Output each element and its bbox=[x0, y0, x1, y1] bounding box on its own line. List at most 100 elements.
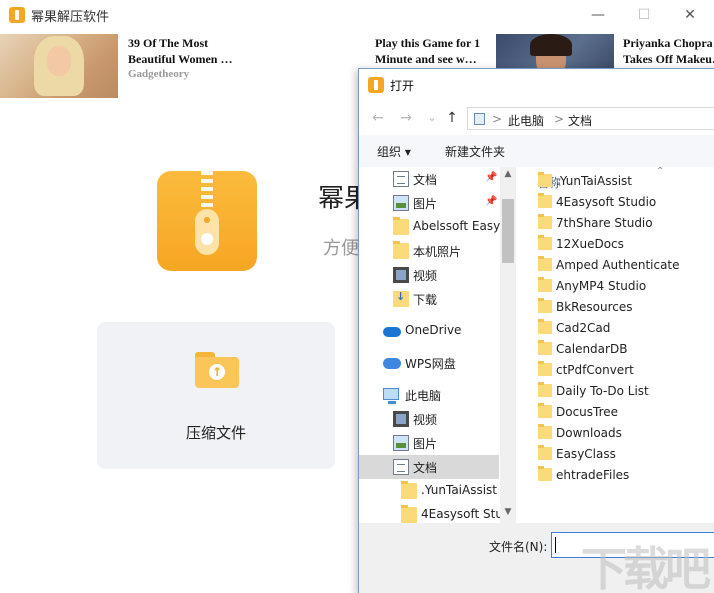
folder-icon bbox=[401, 481, 417, 499]
folder-icon bbox=[393, 217, 409, 235]
nav-item-documents-pinned[interactable]: 文档 📌 bbox=[359, 167, 499, 191]
file-row[interactable]: 7thShare Studio bbox=[536, 213, 714, 234]
scroll-up-icon[interactable]: ▲ bbox=[500, 169, 516, 179]
pin-icon: 📌 bbox=[485, 196, 498, 207]
nav-scrollbar[interactable]: ▲ ▼ bbox=[500, 167, 516, 523]
folder-icon bbox=[401, 505, 417, 523]
nav-item-yuntaiassist[interactable]: .YunTaiAssist bbox=[359, 479, 499, 503]
folder-icon bbox=[538, 361, 552, 376]
recent-locations-chevron-icon[interactable]: ⌄ bbox=[423, 109, 441, 127]
nav-item-pictures-pinned[interactable]: 图片 📌 bbox=[359, 191, 499, 215]
nav-item-pc-pictures[interactable]: 图片 bbox=[359, 431, 499, 455]
file-name: AnyMP4 Studio bbox=[556, 279, 647, 293]
picture-icon bbox=[393, 435, 409, 451]
file-row[interactable]: EasyClass bbox=[536, 444, 714, 465]
nav-item-label: WPS网盘 bbox=[405, 357, 456, 371]
dialog-app-icon bbox=[368, 77, 384, 93]
up-arrow-icon[interactable]: ↑ bbox=[443, 109, 461, 127]
breadcrumb-separator: > bbox=[554, 112, 565, 126]
forward-arrow-icon[interactable]: → bbox=[397, 109, 415, 127]
nav-item-local-photos[interactable]: 本机照片 bbox=[359, 239, 499, 263]
file-row[interactable]: AnyMP4 Studio bbox=[536, 276, 714, 297]
folder-icon bbox=[538, 319, 552, 334]
nav-item-label: OneDrive bbox=[405, 323, 462, 337]
document-icon bbox=[393, 171, 409, 187]
organize-button[interactable]: 组织 ▾ bbox=[377, 143, 411, 160]
file-name: ctPdfConvert bbox=[556, 363, 634, 377]
folder-icon bbox=[538, 214, 552, 229]
app-zip-icon bbox=[157, 171, 257, 271]
file-name: 4Easysoft Studio bbox=[556, 195, 657, 209]
screen: 幂果解压软件 — ☐ ✕ 39 Of The Most Beautiful Wo… bbox=[0, 0, 714, 593]
text-caret bbox=[555, 537, 556, 553]
pin-icon: 📌 bbox=[485, 172, 498, 183]
file-row[interactable]: Amped Authenticate bbox=[536, 255, 714, 276]
compress-file-card[interactable]: ↑ 压缩文件 bbox=[97, 322, 335, 469]
file-row[interactable]: CalendarDB bbox=[536, 339, 714, 360]
nav-item-pc-videos[interactable]: 视频 bbox=[359, 407, 499, 431]
file-row[interactable]: 4Easysoft Studio bbox=[536, 192, 714, 213]
file-row[interactable]: Cad2Cad bbox=[536, 318, 714, 339]
nav-item-label: 文档 bbox=[413, 173, 438, 187]
ad-image-1[interactable] bbox=[0, 34, 118, 98]
folder-icon bbox=[538, 235, 552, 250]
ad-title-3[interactable]: Priyanka Chopra Takes Off Makeu… bbox=[623, 35, 714, 67]
nav-item-wps-drive[interactable]: WPS网盘 bbox=[359, 351, 499, 375]
breadcrumb-separator: > bbox=[492, 112, 503, 126]
file-row[interactable]: ehtradeFiles bbox=[536, 465, 714, 486]
app-titlebar: 幂果解压软件 — ☐ ✕ bbox=[0, 0, 714, 32]
back-arrow-icon[interactable]: ← bbox=[369, 109, 387, 127]
file-row[interactable]: Downloads bbox=[536, 423, 714, 444]
file-name: CalendarDB bbox=[556, 342, 628, 356]
ad-title-1[interactable]: 39 Of The Most Beautiful Women … bbox=[128, 35, 246, 67]
folder-icon bbox=[393, 241, 409, 259]
zip-lock bbox=[195, 209, 219, 255]
nav-item-label: 视频 bbox=[413, 413, 438, 427]
folder-icon bbox=[538, 277, 552, 292]
file-name: Cad2Cad bbox=[556, 321, 611, 335]
nav-item-label: 图片 bbox=[413, 197, 438, 211]
nav-item-label: 4Easysoft Stu bbox=[421, 507, 503, 521]
file-name: Amped Authenticate bbox=[556, 258, 680, 272]
file-name: 12XueDocs bbox=[556, 237, 624, 251]
app-title: 幂果解压软件 bbox=[31, 10, 110, 25]
file-row[interactable]: BkResources bbox=[536, 297, 714, 318]
upload-arrow-icon: ↑ bbox=[209, 364, 225, 380]
maximize-button[interactable]: ☐ bbox=[632, 4, 656, 26]
folder-icon bbox=[538, 445, 552, 460]
file-row[interactable]: ctPdfConvert bbox=[536, 360, 714, 381]
nav-item-this-pc[interactable]: 此电脑 bbox=[359, 383, 499, 407]
new-folder-button[interactable]: 新建文件夹 bbox=[445, 143, 505, 160]
nav-item-videos[interactable]: 视频 bbox=[359, 263, 499, 287]
file-name: .YunTaiAssist bbox=[556, 174, 633, 188]
close-button[interactable]: ✕ bbox=[678, 4, 702, 26]
computer-icon bbox=[383, 388, 399, 404]
picture-icon bbox=[393, 195, 409, 211]
breadcrumb-documents[interactable]: 文档 bbox=[568, 112, 592, 129]
cloud-icon bbox=[383, 327, 401, 337]
file-row[interactable]: DocusTree bbox=[536, 402, 714, 423]
breadcrumb-this-pc[interactable]: 此电脑 bbox=[508, 112, 544, 129]
minimize-button[interactable]: — bbox=[586, 4, 610, 26]
this-pc-icon bbox=[474, 113, 485, 125]
nav-item-downloads[interactable]: 下载 bbox=[359, 287, 499, 311]
folder-icon bbox=[538, 298, 552, 313]
address-bar[interactable]: > 此电脑 > 文档 bbox=[467, 107, 714, 130]
nav-item-abelssoft[interactable]: Abelssoft Easy bbox=[359, 215, 500, 239]
nav-item-onedrive[interactable]: OneDrive bbox=[359, 319, 499, 343]
file-row[interactable]: 12XueDocs bbox=[536, 234, 714, 255]
scroll-thumb[interactable] bbox=[502, 199, 514, 263]
file-row[interactable]: .YunTaiAssist bbox=[536, 171, 714, 192]
folder-icon bbox=[538, 193, 552, 208]
nav-item-label: .YunTaiAssist bbox=[421, 483, 498, 497]
folder-icon bbox=[538, 403, 552, 418]
folder-icon bbox=[538, 340, 552, 355]
dialog-title: 打开 bbox=[390, 79, 415, 93]
file-row[interactable]: Daily To-Do List bbox=[536, 381, 714, 402]
scroll-down-icon[interactable]: ▼ bbox=[500, 507, 516, 517]
nav-item-pc-documents[interactable]: 文档 bbox=[359, 455, 499, 479]
file-list-pane: 名称 ⌃ .YunTaiAssist4Easysoft Studio7thSha… bbox=[516, 166, 714, 523]
ad-title-2[interactable]: Play this Game for 1 Minute and see w… bbox=[375, 35, 487, 67]
folder-icon bbox=[538, 424, 552, 439]
zip-strip bbox=[201, 171, 213, 213]
